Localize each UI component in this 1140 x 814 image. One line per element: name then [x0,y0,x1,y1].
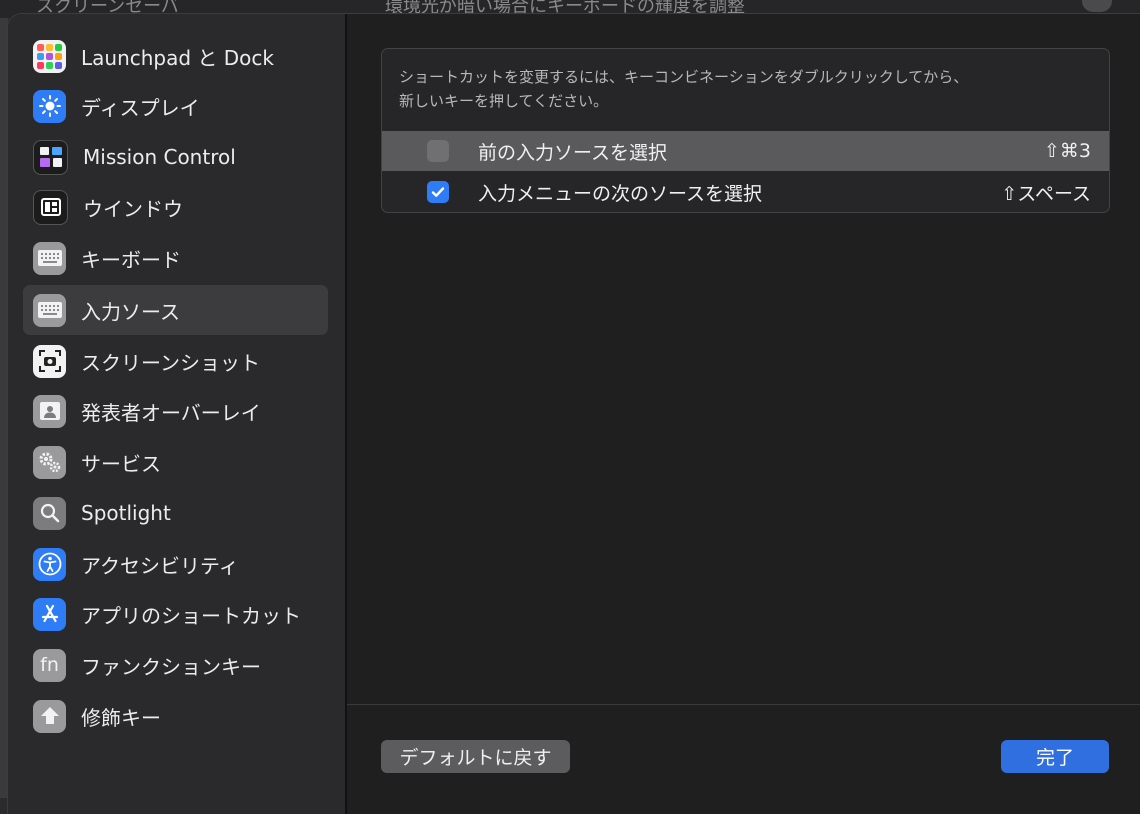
shortcut-row[interactable]: 入力メニューの次のソースを選択 ⇧スペース [382,172,1109,212]
window-icon [33,190,68,225]
shortcut-key[interactable]: ⇧スペース [1001,179,1091,206]
magnifier-icon [33,497,66,530]
instructions-text: ショートカットを変更するには、キーコンビネーションをダブルクリックしてから、 新… [399,65,1079,113]
mission-control-icon [33,140,68,175]
sidebar-item-label: 発表者オーバーレイ [81,397,261,426]
sidebar-item-accessibility[interactable]: アクセシビリティ [23,539,328,589]
sidebar-item-services[interactable]: サービス [23,437,328,487]
shortcut-enable-checkbox[interactable] [427,181,449,203]
shortcut-enable-checkbox[interactable] [427,140,449,162]
sidebar-item-label: サービス [81,448,161,477]
sidebar-item-presenter-overlay[interactable]: 発表者オーバーレイ [23,386,328,436]
sidebar-item-mission-control[interactable]: Mission Control [23,132,328,182]
gears-icon [33,446,66,479]
checkmark-icon [430,184,446,200]
sidebar-item-spotlight[interactable]: Spotlight [23,488,328,538]
sidebar-item-function-keys[interactable]: fn ファンクションキー [23,640,328,690]
sidebar-item-label: ファンクションキー [81,651,261,680]
shortcut-label: 入力メニューの次のソースを選択 [478,179,762,206]
sidebar-item-label: キーボード [81,244,181,273]
sidebar-item-label: Mission Control [83,145,236,169]
sidebar-item-label: アクセシビリティ [81,550,239,579]
fn-icon-text: fn [40,654,59,676]
fn-icon: fn [33,649,66,682]
sidebar-item-display[interactable]: ディスプレイ [23,81,328,131]
background-toggle [1082,0,1112,12]
sidebar-item-window[interactable]: ウインドウ [23,182,328,232]
launchpad-icon [33,40,66,73]
app-store-icon [33,598,66,631]
sidebar-item-label: アプリのショートカット [81,600,301,629]
presenter-icon [33,395,66,428]
display-icon [33,90,66,123]
sidebar-item-label: スクリーンショット [81,347,260,376]
sidebar-item-label: ディスプレイ [81,92,200,121]
sidebar-item-label: 入力ソース [81,296,180,325]
keyboard-icon [33,242,66,275]
done-button[interactable]: 完了 [1001,740,1109,773]
shortcut-key[interactable]: ⇧⌘3 [1044,140,1091,162]
keyboard-shortcuts-sheet: Launchpad と Dock ディスプレイ Mission Control … [8,14,1140,814]
shortcut-label: 前の入力ソースを選択 [478,138,667,165]
shortcut-row[interactable]: 前の入力ソースを選択 ⇧⌘3 [382,131,1109,171]
background-window-edge [0,18,8,798]
sidebar-item-label: Spotlight [81,501,171,525]
sidebar-item-label: ウインドウ [83,193,183,222]
shortcut-detail-pane: ショートカットを変更するには、キーコンビネーションをダブルクリックしてから、 新… [347,14,1140,814]
sidebar-item-app-shortcuts[interactable]: アプリのショートカット [23,589,328,639]
keyboard-icon [33,294,66,327]
sidebar-item-screenshots[interactable]: スクリーンショット [23,336,328,386]
restore-defaults-button[interactable]: デフォルトに戻す [381,740,570,773]
shortcut-list-panel: ショートカットを変更するには、キーコンビネーションをダブルクリックしてから、 新… [381,48,1110,213]
sidebar-item-input-sources[interactable]: 入力ソース [23,285,328,335]
accessibility-icon [33,548,66,581]
shortcut-category-sidebar: Launchpad と Dock ディスプレイ Mission Control … [8,14,347,814]
screenshot-icon [33,345,66,378]
sidebar-item-launchpad-dock[interactable]: Launchpad と Dock [23,31,328,81]
sidebar-item-label: 修飾キー [81,702,161,731]
footer-divider [347,704,1140,705]
up-arrow-icon [33,700,66,733]
sidebar-item-keyboard[interactable]: キーボード [23,233,328,283]
sidebar-item-label: Launchpad と Dock [81,42,274,71]
sidebar-item-modifier-keys[interactable]: 修飾キー [23,691,328,741]
